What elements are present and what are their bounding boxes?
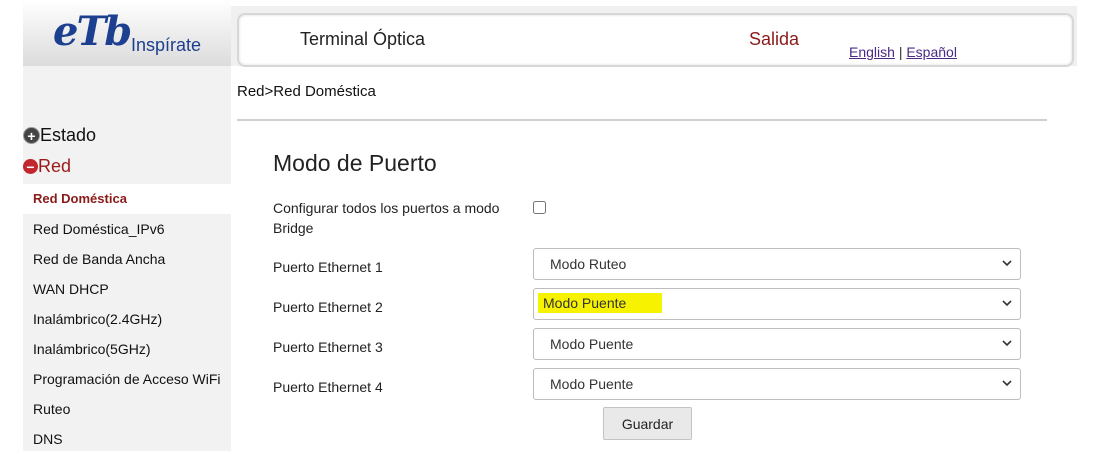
bridge-all-checkbox[interactable] <box>533 201 546 214</box>
header: Terminal Óptica Salida English | Español <box>237 13 1074 67</box>
sidebar-item-wifi-5[interactable]: Inalámbrico(5GHz) <box>23 334 231 364</box>
chevron-down-icon <box>1002 380 1012 387</box>
divider <box>237 119 1047 121</box>
port-2-select[interactable]: Modo Puente <box>533 288 1021 320</box>
sidebar-item-wifi-schedule[interactable]: Programación de Acceso WiFi <box>23 364 231 394</box>
chevron-down-icon <box>1002 300 1012 307</box>
chevron-down-icon <box>1002 340 1012 347</box>
language-switcher: English | Español <box>849 44 957 60</box>
bridge-all-label: Configurar todos los puertos a modo Brid… <box>273 200 500 236</box>
port-3-select[interactable]: Modo Puente <box>533 328 1021 360</box>
sidebar-item-red-banda-ancha[interactable]: Red de Banda Ancha <box>23 244 231 274</box>
sidebar-item-wifi-24[interactable]: Inalámbrico(2.4GHz) <box>23 304 231 334</box>
sidebar: eTb Inspírate + Estado − Red Red Domésti… <box>23 0 231 451</box>
port-4-value: Modo Puente <box>550 376 634 392</box>
page-title: Terminal Óptica <box>300 29 426 49</box>
port-1-select[interactable]: Modo Ruteo <box>533 248 1021 280</box>
lang-spanish-link[interactable]: Español <box>906 44 957 60</box>
sidebar-group-label: Red <box>38 156 72 176</box>
lang-english-link[interactable]: English <box>849 44 895 60</box>
sidebar-group-label: Estado <box>40 125 97 145</box>
port-3-value: Modo Puente <box>550 336 634 352</box>
sidebar-item-red-domestica-ipv6[interactable]: Red Doméstica_IPv6 <box>23 214 231 244</box>
save-button[interactable]: Guardar <box>603 407 692 440</box>
sidebar-group-red[interactable]: − Red <box>23 156 71 177</box>
plus-circle-icon: + <box>23 127 40 144</box>
logo: eTb Inspírate <box>23 0 231 66</box>
sidebar-group-estado[interactable]: + Estado <box>23 125 96 146</box>
port-3-label: Puerto Ethernet 3 <box>273 339 383 355</box>
logo-mark: eTb <box>53 8 132 55</box>
section-title: Modo de Puerto <box>273 150 437 176</box>
minus-circle-icon: − <box>23 159 38 174</box>
chevron-down-icon <box>1002 260 1012 267</box>
port-2-value: Modo Puente <box>538 293 663 313</box>
port-1-label: Puerto Ethernet 1 <box>273 259 383 275</box>
port-4-label: Puerto Ethernet 4 <box>273 379 383 395</box>
breadcrumb: Red>Red Doméstica <box>237 83 376 100</box>
logo-tagline: Inspírate <box>131 35 202 55</box>
sidebar-item-wan-dhcp[interactable]: WAN DHCP <box>23 274 231 304</box>
sidebar-item-dns[interactable]: DNS <box>23 424 231 454</box>
logout-link[interactable]: Salida <box>749 29 799 50</box>
port-4-select[interactable]: Modo Puente <box>533 368 1021 400</box>
sidebar-item-ruteo[interactable]: Ruteo <box>23 394 231 424</box>
port-1-value: Modo Ruteo <box>550 256 627 272</box>
port-2-label: Puerto Ethernet 2 <box>273 299 383 315</box>
lang-separator: | <box>898 44 903 60</box>
sidebar-item-red-domestica[interactable]: Red Doméstica <box>23 184 231 214</box>
